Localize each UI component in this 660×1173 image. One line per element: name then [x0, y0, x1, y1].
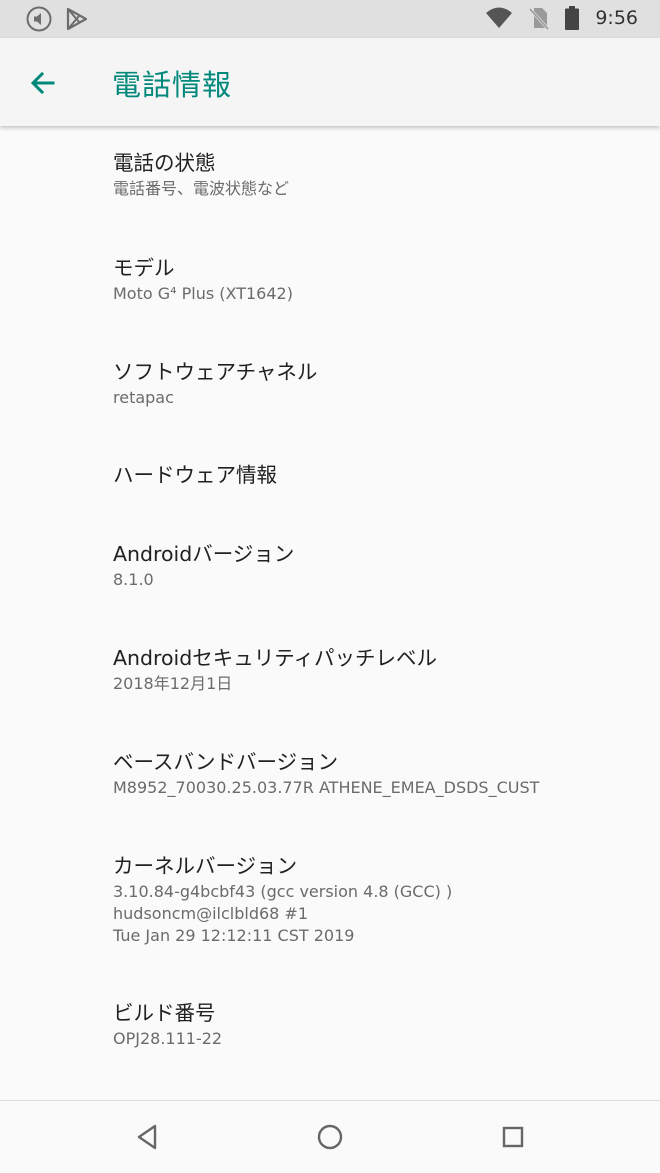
item-title: ビルド番号 — [113, 1001, 216, 1025]
item-summary: 2018年12月1日 — [113, 674, 233, 693]
list-item-android-version[interactable]: Androidバージョン 8.1.0 — [113, 539, 640, 591]
list-item-software-channel[interactable]: ソフトウェアチャネル retapac — [113, 357, 640, 409]
list-item-model[interactable]: モデル Moto G⁴ Plus (XT1642) — [113, 253, 640, 305]
battery-icon — [565, 6, 580, 30]
item-title: 電話の状態 — [113, 151, 216, 175]
page-title: 電話情報 — [112, 68, 233, 102]
nav-back-button[interactable] — [127, 1117, 167, 1157]
item-title: Androidセキュリティパッチレベル — [113, 646, 438, 670]
wifi-icon — [486, 7, 513, 28]
back-button[interactable] — [20, 60, 66, 106]
item-summary: M8952_70030.25.03.77R ATHENE_EMEA_DSDS_C… — [113, 778, 540, 797]
item-summary-line: 3.10.84-g4bcbf43 (gcc version 4.8 (GCC) … — [113, 882, 453, 901]
back-arrow-icon — [30, 71, 55, 95]
home-nav-icon — [317, 1124, 343, 1150]
list-item-hardware-info[interactable]: ハードウェア情報 — [113, 460, 640, 490]
item-summary-line: hudsoncm@ilclbld68 #1 — [113, 904, 309, 923]
item-title: ソフトウェアチャネル — [113, 360, 318, 384]
item-title: モデル — [113, 256, 175, 280]
list-item-security-patch[interactable]: Androidセキュリティパッチレベル 2018年12月1日 — [113, 643, 640, 695]
list-item-phone-status[interactable]: 電話の状態 電話番号、電波状態など — [113, 148, 640, 200]
item-title: Androidバージョン — [113, 542, 295, 566]
status-bar: 9:56 — [0, 0, 660, 38]
list-item-baseband-version[interactable]: ベースバンドバージョン M8952_70030.25.03.77R ATHENE… — [113, 747, 640, 799]
item-title: カーネルバージョン — [113, 854, 298, 878]
item-title: ベースバンドバージョン — [113, 750, 339, 774]
item-summary: 8.1.0 — [113, 570, 154, 589]
list-item-build-number[interactable]: ビルド番号 OPJ28.111-22 — [113, 998, 640, 1050]
item-summary: OPJ28.111-22 — [113, 1029, 223, 1048]
back-nav-icon — [137, 1124, 157, 1150]
no-sim-icon — [529, 7, 550, 30]
settings-list: 電話の状態 電話番号、電波状態など モデル Moto G⁴ Plus (XT16… — [0, 126, 660, 1100]
item-title: ハードウェア情報 — [113, 463, 277, 487]
recents-nav-icon — [502, 1126, 524, 1148]
nav-home-button[interactable] — [310, 1117, 350, 1157]
item-summary: 電話番号、電波状態など — [113, 179, 290, 198]
navigation-bar — [0, 1100, 660, 1173]
nav-recents-button[interactable] — [493, 1117, 533, 1157]
app-bar: 電話情報 — [0, 38, 660, 126]
media-volume-icon — [26, 6, 52, 32]
item-summary: retapac — [113, 388, 174, 407]
item-summary: Moto G⁴ Plus (XT1642) — [113, 284, 293, 303]
status-time: 9:56 — [595, 7, 638, 29]
list-item-kernel-version[interactable]: カーネルバージョン 3.10.84-g4bcbf43 (gcc version … — [113, 851, 640, 947]
item-summary-line: Tue Jan 29 12:12:11 CST 2019 — [113, 926, 355, 945]
play-store-icon — [66, 7, 88, 31]
